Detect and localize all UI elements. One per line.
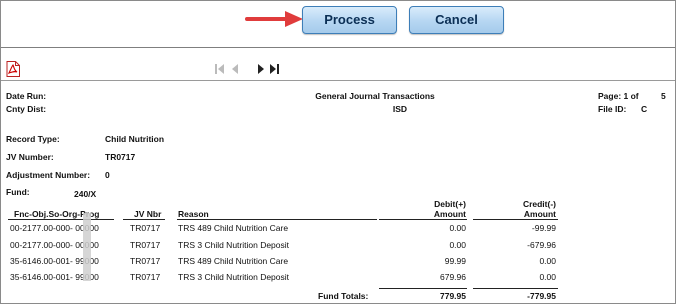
cancel-button[interactable]: Cancel — [409, 6, 504, 34]
report-toolbar — [1, 59, 675, 81]
jv-number-value: TR0717 — [105, 152, 136, 162]
adjustment-label: Adjustment Number: — [6, 170, 91, 180]
row-reason: TRS 3 Child Nutrition Deposit — [178, 272, 290, 282]
row-jv: TR0717 — [130, 272, 161, 282]
column-header-debit-line2: Amount — [433, 209, 466, 219]
adjustment-value: 0 — [105, 170, 110, 180]
column-header-reason: Reason — [178, 209, 209, 219]
row-credit: -99.99 — [531, 223, 556, 233]
header-underline-debit — [379, 219, 467, 220]
process-button[interactable]: Process — [302, 6, 397, 34]
row-debit: 0.00 — [449, 223, 466, 233]
fund-label: Fund: — [6, 187, 30, 197]
row-debit: 679.96 — [440, 272, 466, 282]
fund-value: 240/X — [74, 189, 97, 199]
report-title: General Journal Transactions — [315, 91, 435, 101]
row-credit: 0.00 — [539, 272, 556, 282]
row-jv: TR0717 — [130, 223, 161, 233]
district-name: ISD — [392, 104, 408, 114]
row-debit: 99.99 — [444, 256, 466, 266]
column-header-jv-nbr: JV Nbr — [134, 209, 162, 219]
fund-totals-label: Fund Totals: — [318, 291, 369, 301]
row-credit: 0.00 — [539, 256, 556, 266]
action-toolbar: Process Cancel — [1, 1, 675, 48]
first-page-icon[interactable] — [215, 64, 225, 74]
header-underline-reason — [177, 219, 377, 220]
row-credit: -679.96 — [527, 240, 556, 250]
record-type-label: Record Type: — [6, 134, 60, 144]
row-reason: TRS 489 Child Nutrition Care — [178, 256, 289, 266]
totals-line-debit — [379, 288, 467, 289]
last-page-icon[interactable] — [269, 64, 279, 74]
column-header-credit-line1: Credit(-) — [522, 199, 556, 209]
cnty-dist-label: Cnty Dist: — [6, 104, 47, 114]
page-label: Page: 1 of — [598, 91, 639, 101]
fund-totals-debit: 779.95 — [440, 291, 466, 301]
file-id-label: File ID: — [598, 104, 627, 114]
red-arrow-icon — [245, 11, 303, 27]
header-underline-jv — [123, 219, 165, 220]
prev-page-icon[interactable] — [231, 64, 239, 74]
date-run-label: Date Run: — [6, 91, 47, 101]
file-id-value: C — [641, 104, 648, 114]
pdf-icon[interactable] — [6, 61, 20, 77]
page-total: 5 — [661, 91, 666, 101]
header-underline-credit — [473, 219, 558, 220]
row-debit: 0.00 — [449, 240, 466, 250]
row-jv: TR0717 — [130, 256, 161, 266]
fund-totals-credit: -779.95 — [527, 291, 556, 301]
row-reason: TRS 3 Child Nutrition Deposit — [178, 240, 290, 250]
row-reason: TRS 489 Child Nutrition Care — [178, 223, 289, 233]
column-header-debit-line1: Debit(+) — [434, 199, 466, 209]
redaction-mask — [83, 213, 91, 281]
header-underline-account — [8, 219, 114, 220]
row-jv: TR0717 — [130, 240, 161, 250]
column-header-credit-line2: Amount — [523, 209, 556, 219]
totals-line-credit — [473, 288, 558, 289]
record-type-value: Child Nutrition — [105, 134, 165, 144]
jv-number-label: JV Number: — [6, 152, 54, 162]
next-page-icon[interactable] — [257, 64, 265, 74]
